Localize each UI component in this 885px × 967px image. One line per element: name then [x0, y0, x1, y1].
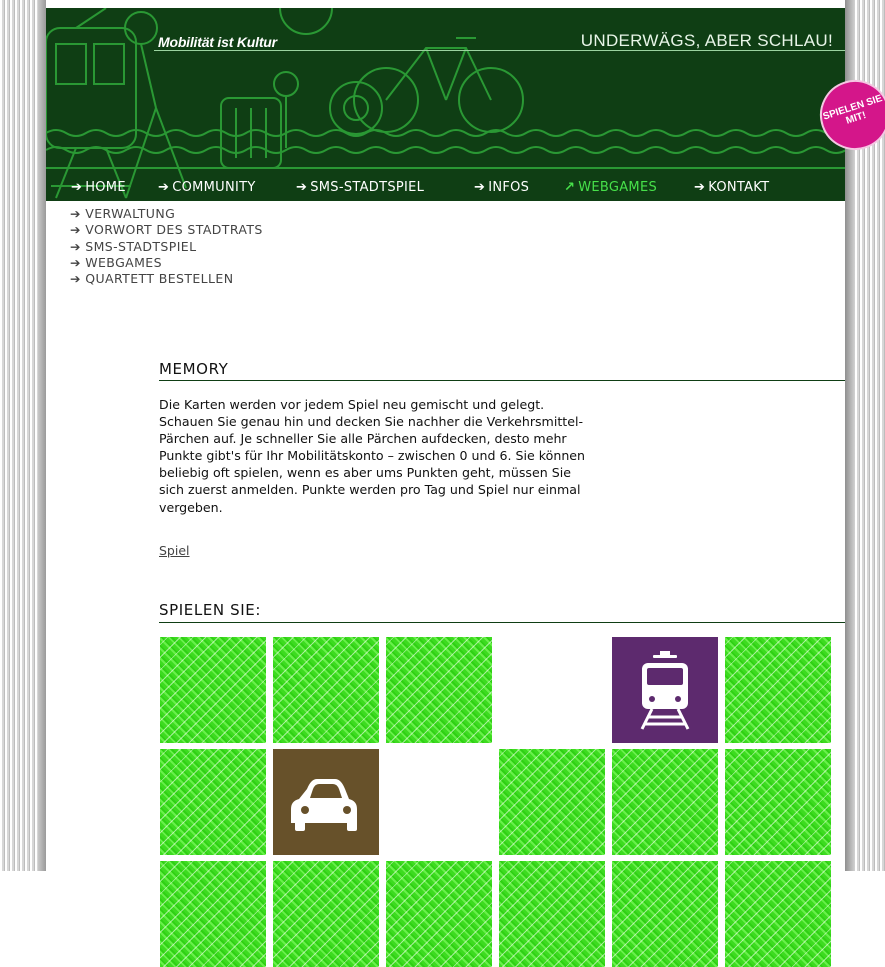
submenu-item-quartett[interactable]: ➔ QUARTETT BESTELLEN — [70, 271, 263, 287]
submenu-item-label: VERWALTUNG — [85, 206, 176, 221]
nav-item-label: HOME — [85, 180, 126, 195]
divider — [159, 622, 845, 623]
nav-item-label: COMMUNITY — [172, 180, 256, 195]
game-title: SPIELEN SIE: — [159, 601, 261, 619]
submenu-item-webgames[interactable]: ➔ WEBGAMES — [70, 255, 263, 271]
memory-card-back[interactable] — [725, 637, 831, 743]
left-border — [0, 0, 46, 871]
nav-item-webgames[interactable]: ↗ WEBGAMES — [564, 180, 657, 195]
sub-menu: ➔ VERWALTUNG ➔ VORWORT DES STADTRATS ➔ S… — [70, 206, 263, 287]
memory-card-back[interactable] — [499, 861, 605, 967]
arrow-right-icon: ➔ — [158, 180, 170, 195]
nav-item-kontakt[interactable]: ➔ KONTAKT — [694, 180, 769, 195]
site-header: Mobilität ist Kultur UNDERWÄGS, ABER SCH… — [46, 8, 845, 201]
arrow-right-icon: ➔ — [694, 180, 706, 195]
submenu-item-label: QUARTETT BESTELLEN — [85, 271, 234, 287]
submenu-item-label: VORWORT DES STADTRATS — [85, 222, 263, 238]
memory-card-removed — [386, 749, 492, 855]
nav-item-label: SMS-STADTSPIEL — [310, 180, 425, 195]
arrow-right-icon: ➔ — [474, 180, 486, 195]
memory-card-back[interactable] — [273, 637, 379, 743]
memory-card-back[interactable] — [386, 861, 492, 967]
spiel-link[interactable]: Spiel — [159, 543, 190, 558]
car-icon — [291, 779, 357, 831]
train-icon — [640, 651, 690, 730]
arrow-right-icon: ➔ — [71, 180, 83, 195]
arrow-up-right-icon: ↗ — [564, 180, 576, 195]
arrow-right-icon: ➔ — [70, 206, 86, 221]
nav-item-label: INFOS — [488, 180, 530, 195]
memory-card-back[interactable] — [160, 637, 266, 743]
memory-card-back[interactable] — [725, 861, 831, 967]
memory-card-back[interactable] — [273, 861, 379, 967]
submenu-item-verwaltung[interactable]: ➔ VERWALTUNG — [70, 206, 263, 222]
arrow-right-icon: ➔ — [70, 254, 86, 270]
main-nav: ➔ HOME ➔ COMMUNITY ➔ SMS-STADTSPIEL ➔ INFOS … — [46, 180, 845, 201]
memory-description: Die Karten werden vor jedem Spiel neu ge… — [159, 397, 586, 515]
memory-card-back[interactable] — [386, 637, 492, 743]
memory-card-train[interactable] — [612, 637, 718, 743]
nav-item-label: KONTAKT — [708, 180, 770, 195]
memory-card-back[interactable] — [612, 749, 718, 855]
arrow-right-icon: ➔ — [70, 222, 86, 238]
submenu-item-label: WEBGAMES — [85, 254, 162, 270]
memory-card-back[interactable] — [160, 861, 266, 967]
memory-title: MEMORY — [159, 360, 229, 378]
memory-card-back[interactable] — [725, 749, 831, 855]
brand-logo-text[interactable]: Mobilität ist Kultur — [158, 34, 277, 50]
arrow-right-icon: ➔ — [296, 180, 308, 195]
memory-card-back[interactable] — [160, 749, 266, 855]
nav-item-home[interactable]: ➔ HOME — [71, 180, 126, 195]
memory-card-back[interactable] — [612, 861, 718, 967]
memory-card-back[interactable] — [499, 749, 605, 855]
submenu-item-vorwort[interactable]: ➔ VORWORT DES STADTRATS — [70, 222, 263, 238]
slogan: UNDERWÄGS, ABER SCHLAU! — [580, 31, 833, 50]
nav-item-community[interactable]: ➔ COMMUNITY — [158, 180, 256, 195]
nav-item-label: WEBGAMES — [578, 180, 658, 195]
arrow-right-icon: ➔ — [70, 271, 86, 287]
divider — [159, 380, 845, 381]
arrow-right-icon: ➔ — [70, 238, 86, 254]
nav-item-infos[interactable]: ➔ INFOS — [474, 180, 529, 195]
submenu-item-sms-stadtspiel[interactable]: ➔ SMS-STADTSPIEL — [70, 239, 263, 255]
submenu-item-label: SMS-STADTSPIEL — [85, 238, 197, 254]
memory-card-removed — [499, 637, 605, 743]
page: Mobilität ist Kultur UNDERWÄGS, ABER SCH… — [46, 0, 845, 967]
nav-item-sms-stadtspiel[interactable]: ➔ SMS-STADTSPIEL — [296, 180, 424, 195]
memory-card-car[interactable] — [273, 749, 379, 855]
